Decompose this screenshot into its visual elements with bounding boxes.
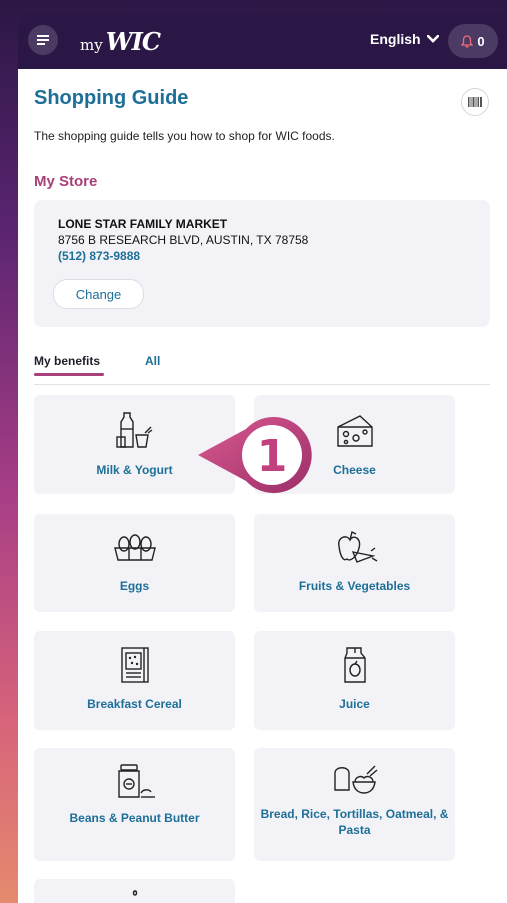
my-store-heading: My Store: [34, 173, 98, 190]
change-store-button[interactable]: Change: [53, 279, 144, 309]
notifications-button[interactable]: 0: [448, 24, 498, 58]
language-selector[interactable]: English: [370, 31, 439, 47]
partial-category-icon: [132, 890, 137, 896]
juice-icon: [343, 647, 366, 683]
category-label: Beans & Peanut Butter: [69, 811, 200, 825]
category-tile-juice[interactable]: Juice: [254, 631, 455, 730]
menu-icon: [37, 35, 49, 45]
language-label: English: [370, 31, 421, 47]
category-tile-bread-rice[interactable]: Bread, Rice, Tortillas, Oatmeal, & Pasta: [254, 748, 455, 861]
category-tile-breakfast-cereal[interactable]: Breakfast Cereal: [34, 631, 235, 730]
app-logo: my WIC: [80, 27, 161, 56]
main-content: Shopping Guide The shopping guide tells …: [18, 69, 507, 903]
tutorial-callout-badge: 1: [198, 417, 312, 493]
bell-icon: [461, 34, 474, 48]
category-tile-partial[interactable]: [34, 879, 235, 903]
tab-all[interactable]: All: [145, 354, 160, 368]
callout-number: 1: [257, 431, 288, 482]
cheese-icon: [336, 415, 373, 447]
barcode-icon: [468, 97, 482, 107]
page-description: The shopping guide tells you how to shop…: [34, 129, 335, 143]
category-tile-beans-peanut-butter[interactable]: Beans & Peanut Butter: [34, 748, 235, 861]
eggs-icon: [113, 534, 156, 561]
category-label: Fruits & Vegetables: [298, 579, 411, 593]
page-title: Shopping Guide: [34, 87, 189, 109]
cereal-icon: [120, 647, 149, 683]
beans-peanut-butter-icon: [117, 764, 155, 798]
category-tile-fruits-vegetables[interactable]: Fruits & Vegetables: [254, 514, 455, 612]
tab-divider: [34, 384, 490, 385]
logo-main: WIC: [105, 27, 161, 56]
barcode-scan-button[interactable]: [461, 88, 489, 116]
bread-rice-icon: [333, 765, 377, 794]
category-label: Breakfast Cereal: [87, 697, 182, 711]
store-phone-link[interactable]: (512) 873-9888: [58, 249, 140, 263]
chevron-down-icon: [426, 35, 439, 43]
category-tile-eggs[interactable]: Eggs: [34, 514, 235, 612]
top-bar: my WIC English 0: [18, 13, 507, 69]
menu-button[interactable]: [28, 25, 58, 55]
milk-yogurt-icon: [115, 412, 152, 448]
tab-my-benefits[interactable]: My benefits: [34, 354, 100, 368]
notification-count: 0: [477, 33, 485, 49]
category-label: Bread, Rice, Tortillas, Oatmeal, & Pasta: [260, 807, 449, 837]
store-name: LONE STAR FAMILY MARKET: [58, 217, 228, 231]
category-label: Juice: [339, 697, 370, 711]
active-tab-indicator: [34, 373, 104, 376]
store-address: 8756 B RESEARCH BLVD, AUSTIN, TX 78758: [58, 233, 309, 247]
store-card: LONE STAR FAMILY MARKET 8756 B RESEARCH …: [34, 200, 490, 327]
logo-prefix: my: [80, 36, 103, 54]
fruits-vegetables-icon: [337, 530, 377, 563]
category-label: Eggs: [119, 579, 150, 593]
